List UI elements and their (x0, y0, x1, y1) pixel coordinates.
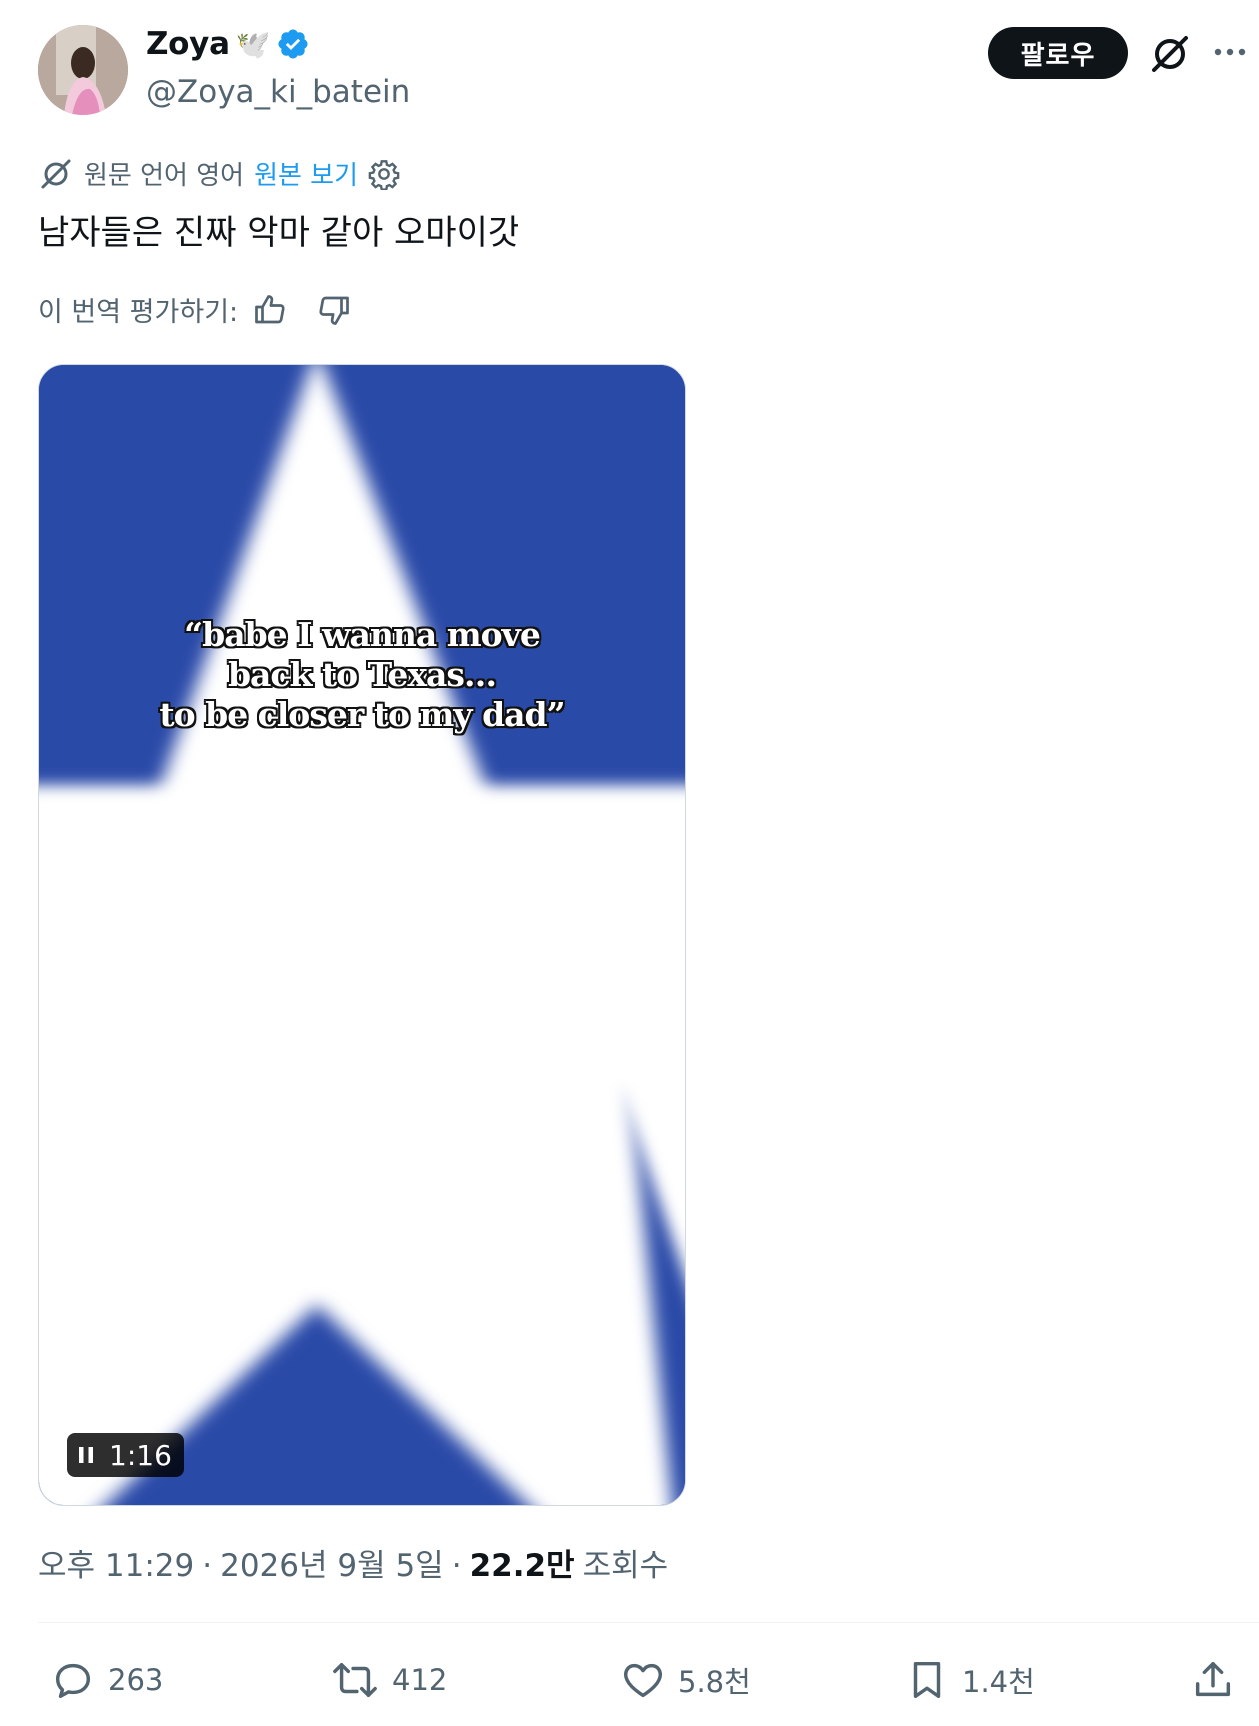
bookmark-button[interactable]: 1.4천 (904, 1650, 1035, 1710)
meta-separator: · (451, 1548, 462, 1584)
follow-button[interactable]: 팔로우 (988, 27, 1128, 79)
divider (38, 1622, 1259, 1623)
texas-star-frame (39, 365, 685, 1505)
bookmark-icon (904, 1657, 950, 1703)
video-duration-badge[interactable]: 1:16 (67, 1433, 184, 1477)
verified-badge-icon[interactable] (276, 27, 310, 61)
repost-count: 412 (392, 1663, 448, 1697)
tweet-time[interactable]: 오후 11:29 (38, 1540, 194, 1585)
show-original-link[interactable]: 원본 보기 (254, 155, 358, 192)
video-player[interactable]: “babe I wanna move back to Texas… to be … (38, 364, 686, 1506)
bookmark-count: 1.4천 (962, 1665, 1035, 1699)
repost-button[interactable]: 412 (330, 1650, 447, 1710)
share-icon (1190, 1657, 1236, 1703)
rate-translation-label: 이 번역 평가하기: (38, 297, 239, 328)
meta-separator: · (202, 1548, 213, 1584)
avatar[interactable] (38, 25, 128, 115)
heart-icon (620, 1657, 666, 1703)
share-button[interactable] (1190, 1650, 1236, 1710)
translation-source-text: 원문 언어 영어 (84, 161, 245, 191)
thumbs-up-icon[interactable] (252, 292, 288, 328)
pause-icon[interactable] (77, 1445, 95, 1465)
display-name-text[interactable]: Zoya (146, 26, 230, 62)
tweet-meta: 오후 11:29 · 2026년 9월 5일 · 22.2만 조회수 (38, 1540, 668, 1585)
like-button[interactable]: 5.8천 (620, 1650, 751, 1710)
tweet-date[interactable]: 2026년 9월 5일 (220, 1540, 444, 1585)
caption-line: back to Texas… (227, 655, 497, 694)
grok-translate-icon (38, 156, 74, 192)
tweet-actions: 263 412 5.8천 1.4천 (0, 1650, 1259, 1710)
video-caption: “babe I wanna move back to Texas… to be … (39, 615, 685, 735)
translation-notice: 원문 언어 영어 원본 보기 (38, 155, 400, 192)
translation-settings-icon[interactable] (368, 158, 400, 190)
reply-count: 263 (108, 1663, 164, 1697)
video-duration: 1:16 (109, 1438, 172, 1472)
reply-icon (50, 1657, 96, 1703)
dove-emoji: 🕊️ (235, 27, 271, 61)
more-options-icon[interactable] (1212, 40, 1248, 64)
caption-line: “babe I wanna move (184, 615, 541, 654)
caption-line: to be closer to my dad” (159, 695, 565, 734)
reply-button[interactable]: 263 (50, 1650, 163, 1710)
display-name[interactable]: Zoya 🕊️ (146, 26, 310, 62)
user-handle[interactable]: @Zoya_ki_batein (146, 74, 410, 110)
grok-icon[interactable] (1148, 32, 1192, 76)
like-count: 5.8천 (678, 1665, 751, 1699)
tweet-text: 남자들은 진짜 악마 같아 오마이갓 (38, 213, 520, 253)
thumbs-down-icon[interactable] (316, 292, 352, 328)
views-label: 조회수 (582, 1548, 669, 1584)
repost-icon (330, 1657, 380, 1703)
views-count[interactable]: 22.2만 (470, 1540, 575, 1585)
rate-translation: 이 번역 평가하기: (38, 290, 352, 329)
